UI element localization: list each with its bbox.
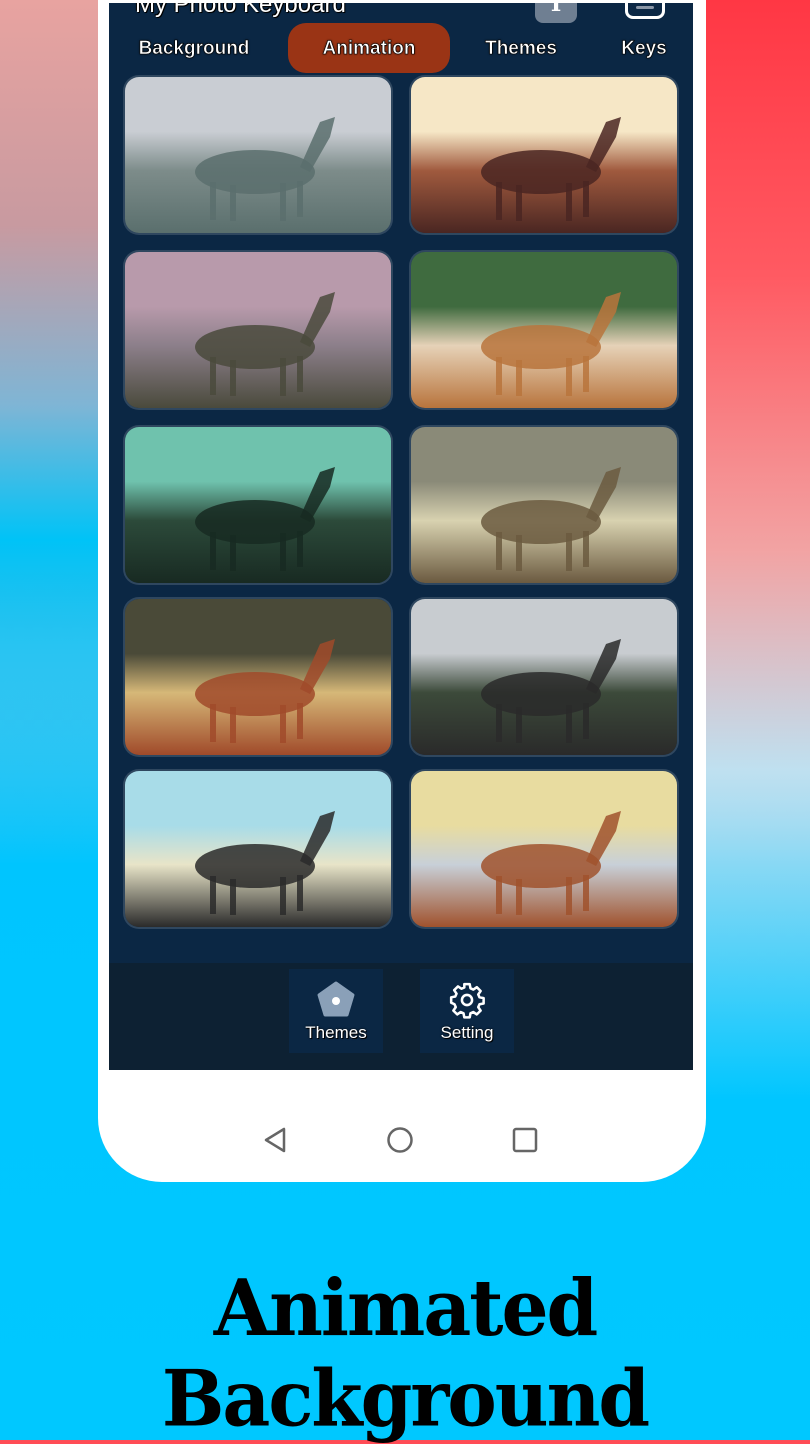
horse-image xyxy=(481,292,621,396)
back-icon[interactable] xyxy=(262,1126,288,1154)
horse-image xyxy=(481,467,621,571)
promo-caption: Animated Background xyxy=(161,1263,650,1444)
animation-thumbnail[interactable] xyxy=(411,771,677,927)
horse-image xyxy=(195,639,335,743)
tab-themes[interactable]: Themes xyxy=(471,23,571,73)
horse-image xyxy=(481,117,621,221)
background-right-gradient xyxy=(700,0,810,1100)
animation-thumbnail[interactable] xyxy=(125,599,391,755)
app-screen: My Photo Keyboard T Background Animation… xyxy=(109,3,693,1070)
nav-setting[interactable]: Setting xyxy=(420,969,514,1053)
system-nav-bar xyxy=(98,1110,706,1170)
background-left-gradient xyxy=(0,0,110,900)
nav-themes-label: Themes xyxy=(305,1023,367,1042)
nav-setting-label: Setting xyxy=(440,1023,494,1042)
tab-bar: Background Animation Themes Keys xyxy=(109,23,693,75)
animation-thumbnail[interactable] xyxy=(411,77,677,233)
horse-image xyxy=(195,811,335,915)
horse-image xyxy=(481,639,621,743)
animation-thumbnail[interactable] xyxy=(125,427,391,583)
animation-thumbnail[interactable] xyxy=(411,599,677,755)
animation-thumbnail[interactable] xyxy=(125,252,391,408)
pentagon-icon xyxy=(317,981,355,1017)
font-button[interactable]: T xyxy=(535,3,577,23)
animation-thumbnail[interactable] xyxy=(125,771,391,927)
gear-icon xyxy=(449,982,485,1019)
phone-frame: My Photo Keyboard T Background Animation… xyxy=(98,0,706,1182)
tab-background[interactable]: Background xyxy=(129,23,259,73)
horse-image xyxy=(195,292,335,396)
menu-icon[interactable] xyxy=(625,3,665,19)
animation-thumbnail[interactable] xyxy=(411,252,677,408)
nav-themes[interactable]: Themes xyxy=(289,969,383,1053)
tab-animation[interactable]: Animation xyxy=(288,23,450,73)
animation-thumbnail[interactable] xyxy=(125,77,391,233)
horse-image xyxy=(481,811,621,915)
recents-icon[interactable] xyxy=(511,1126,539,1154)
horse-image xyxy=(195,467,335,571)
bottom-nav: Themes Setting xyxy=(109,963,693,1070)
horse-image xyxy=(195,117,335,221)
app-title: My Photo Keyboard xyxy=(135,3,346,18)
animation-thumbnail[interactable] xyxy=(411,427,677,583)
font-icon: T xyxy=(547,3,565,17)
home-icon[interactable] xyxy=(386,1126,414,1154)
tab-keys[interactable]: Keys xyxy=(609,23,679,73)
